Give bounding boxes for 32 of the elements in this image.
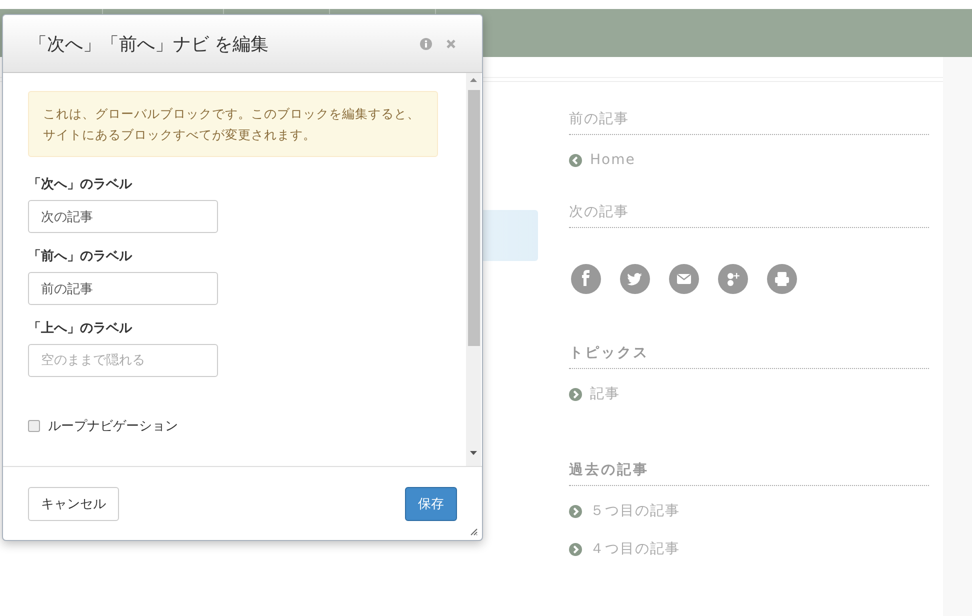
field-label: 「前へ」のラベル [28,248,132,265]
envelope-icon[interactable] [669,264,699,294]
section-heading: 過去の記事 [569,461,929,486]
sidebar-link[interactable]: ４つ目の記事 [569,538,680,560]
info-icon[interactable] [420,38,432,50]
sidebar-link[interactable]: Home [569,149,636,171]
field-label: 「上へ」のラベル [28,320,132,337]
loop-navigation-checkbox[interactable]: ループナビゲーション [28,417,178,435]
dialog-title: 「次へ」「前へ」ナビ を編集 [29,32,270,56]
input-field[interactable]: 前の記事 [28,272,218,305]
link-text[interactable]: ５つ目の記事 [590,502,680,520]
facebook-icon[interactable] [571,264,601,294]
twitter-icon[interactable] [620,264,650,294]
link-text[interactable]: ４つ目の記事 [590,540,680,558]
link-text[interactable]: Home [590,152,636,168]
section-heading: トピックス [569,344,929,369]
resize-grip-icon[interactable] [470,528,478,536]
global-block-notice: これは、グローバルブロックです。このブロックを編集すると、サイトにあるブロックすべてが変更されます。 [28,91,438,157]
scrollbar[interactable] [466,73,481,466]
input-field[interactable]: 次の記事 [28,200,218,233]
close-icon[interactable] [446,38,456,48]
field-label: 「次へ」のラベル [28,176,132,193]
cancel-button[interactable]: キャンセル [28,486,119,520]
section-heading: 前の記事 [569,110,929,135]
input-field[interactable]: 空のままで隠れる [28,344,218,377]
link-text[interactable]: 記事 [590,385,620,403]
save-button[interactable]: 保存 [405,486,457,520]
sidebar-link[interactable]: 記事 [569,383,620,405]
google-plus-icon[interactable] [718,264,748,294]
sidebar-link[interactable]: ５つ目の記事 [569,500,680,522]
section-heading: 次の記事 [569,203,929,228]
printer-icon[interactable] [767,264,797,294]
